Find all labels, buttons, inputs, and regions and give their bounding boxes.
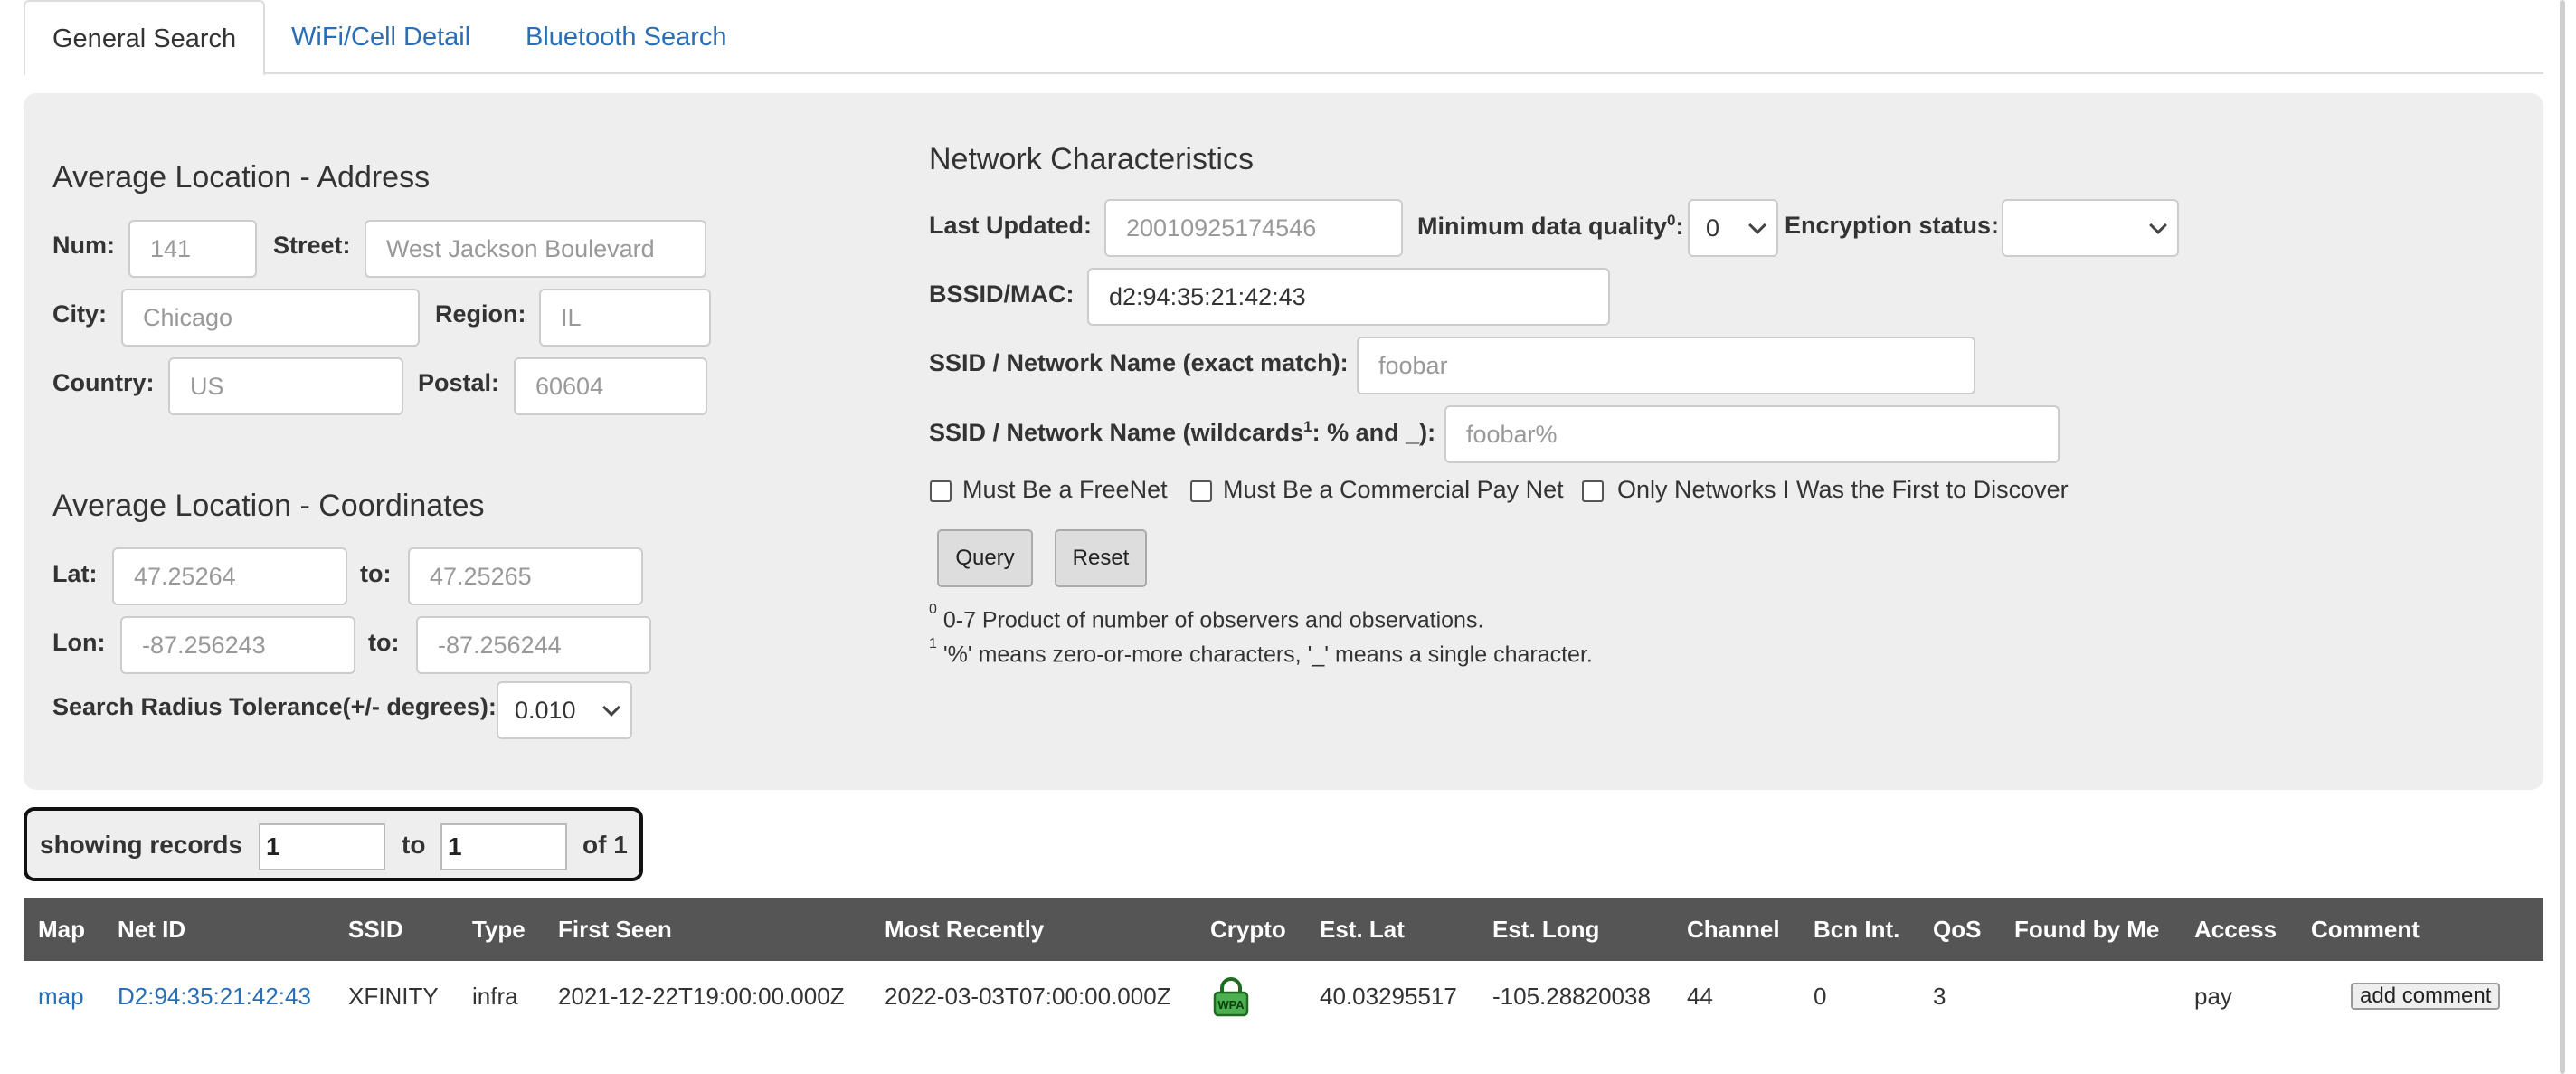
col-crypto: Crypto [1210,916,1286,943]
network-heading: Network Characteristics [929,142,1254,176]
lat-to-label: to: [360,560,392,587]
encryption-select[interactable] [2002,199,2179,257]
col-map: Map [38,916,85,943]
chevron-down-icon [2149,216,2167,234]
lat-label: Lat: [52,560,98,587]
paynet-label: Must Be a Commercial Pay Net [1223,476,1564,503]
min-quality-label: Minimum data quality0: [1417,212,1684,240]
bcn-int-cell: 0 [1814,983,1827,1010]
col-found-by-me: Found by Me [2014,916,2160,943]
radius-select[interactable]: 0.010 [497,681,632,739]
col-most-recently: Most Recently [885,916,1045,943]
footnote-wildcards: 1 '%' means zero-or-more characters, '_'… [929,636,1593,668]
lock-icon: WPA [1210,975,1252,1017]
lon-label: Lon: [52,629,106,656]
radius-select-value: 0.010 [515,697,576,724]
records-from-input[interactable]: 1 [259,823,385,870]
col-type: Type [472,916,526,943]
col-est-lat: Est. Lat [1320,916,1405,943]
last-updated-label: Last Updated: [929,212,1093,239]
postal-label: Postal: [418,369,500,396]
chevron-down-icon [602,699,620,717]
last-updated-input[interactable] [1104,199,1403,257]
query-button[interactable]: Query [937,529,1033,587]
col-first-seen: First Seen [558,916,672,943]
num-input[interactable] [128,220,257,278]
num-label: Num: [52,232,115,259]
records-total-label: of 1 [582,831,628,859]
region-input[interactable] [539,289,711,347]
lon-to-label: to: [368,629,400,656]
col-net-id: Net ID [118,916,186,943]
records-to-input[interactable]: 1 [440,823,567,870]
crypto-label: WPA [1217,998,1245,1012]
col-est-long: Est. Long [1492,916,1600,943]
min-quality-select[interactable]: 0 [1688,199,1778,257]
city-input[interactable] [121,289,420,347]
bssid-input[interactable] [1087,268,1610,326]
ssid-exact-label: SSID / Network Name (exact match): [929,349,1349,376]
address-heading: Average Location - Address [52,160,431,195]
first-seen-cell: 2021-12-22T19:00:00.000Z [558,983,845,1010]
tab-wifi-cell-detail[interactable]: WiFi/Cell Detail [291,0,470,76]
ssid-wildcard-label: SSID / Network Name (wildcards1: % and _… [929,418,1436,446]
bssid-label: BSSID/MAC: [929,280,1075,308]
col-ssid: SSID [348,916,403,943]
ssid-exact-input[interactable] [1357,337,1975,394]
channel-cell: 44 [1687,983,1713,1010]
scrollbar[interactable] [2560,0,2565,1074]
type-cell: infra [472,983,518,1010]
search-form-panel: Average Location - Address Num: Street: … [24,93,2543,790]
ssid-cell: XFINITY [348,983,439,1010]
access-cell: pay [2194,983,2232,1010]
results-table-header: Map Net ID SSID Type First Seen Most Rec… [24,898,2543,961]
col-comment: Comment [2311,916,2420,943]
lat-to-input[interactable] [408,547,643,605]
search-tabs: General Search WiFi/Cell Detail Bluetoot… [24,0,2543,76]
table-row: map D2:94:35:21:42:43 XFINITY infra 2021… [24,961,2543,1030]
most-recently-cell: 2022-03-03T07:00:00.000Z [885,983,1171,1010]
first-discover-label: Only Networks I Was the First to Discove… [1617,476,2069,503]
records-pager: showing records 1 to 1 of 1 [24,807,643,881]
map-link[interactable]: map [38,983,84,1011]
col-access: Access [2194,916,2278,943]
country-label: Country: [52,369,155,396]
coordinates-heading: Average Location - Coordinates [52,489,485,523]
radius-label: Search Radius Tolerance(+/- degrees): [52,693,497,720]
freenet-label: Must Be a FreeNet [962,476,1168,503]
reset-button[interactable]: Reset [1055,529,1147,587]
postal-input[interactable] [514,357,707,415]
lon-to-input[interactable] [416,616,651,674]
first-discover-checkbox[interactable] [1582,480,1604,502]
lat-from-input[interactable] [112,547,347,605]
add-comment-button[interactable]: add comment [2351,983,2501,1010]
showing-records-label: showing records [40,831,243,859]
tab-general-search[interactable]: General Search [24,0,266,76]
min-quality-select-value: 0 [1706,214,1720,242]
net-id-link[interactable]: D2:94:35:21:42:43 [118,983,311,1011]
street-input[interactable] [365,220,706,278]
country-input[interactable] [168,357,403,415]
region-label: Region: [435,300,526,328]
chevron-down-icon [1748,216,1766,234]
est-lat-cell: 40.03295517 [1320,983,1457,1010]
street-label: Street: [273,232,351,259]
col-bcn-int: Bcn Int. [1814,916,1900,943]
records-to-label: to [402,831,426,859]
tab-bluetooth-search[interactable]: Bluetooth Search [526,0,726,76]
qos-cell: 3 [1933,983,1946,1010]
freenet-checkbox[interactable] [930,480,952,502]
est-long-cell: -105.28820038 [1492,983,1651,1010]
col-qos: QoS [1933,916,1982,943]
paynet-checkbox[interactable] [1190,480,1212,502]
ssid-wildcard-input[interactable] [1444,405,2060,463]
footnote-quality: 0 0-7 Product of number of observers and… [929,602,1484,633]
city-label: City: [52,300,107,328]
col-channel: Channel [1687,916,1780,943]
lon-from-input[interactable] [120,616,355,674]
encryption-label: Encryption status: [1785,212,2000,239]
